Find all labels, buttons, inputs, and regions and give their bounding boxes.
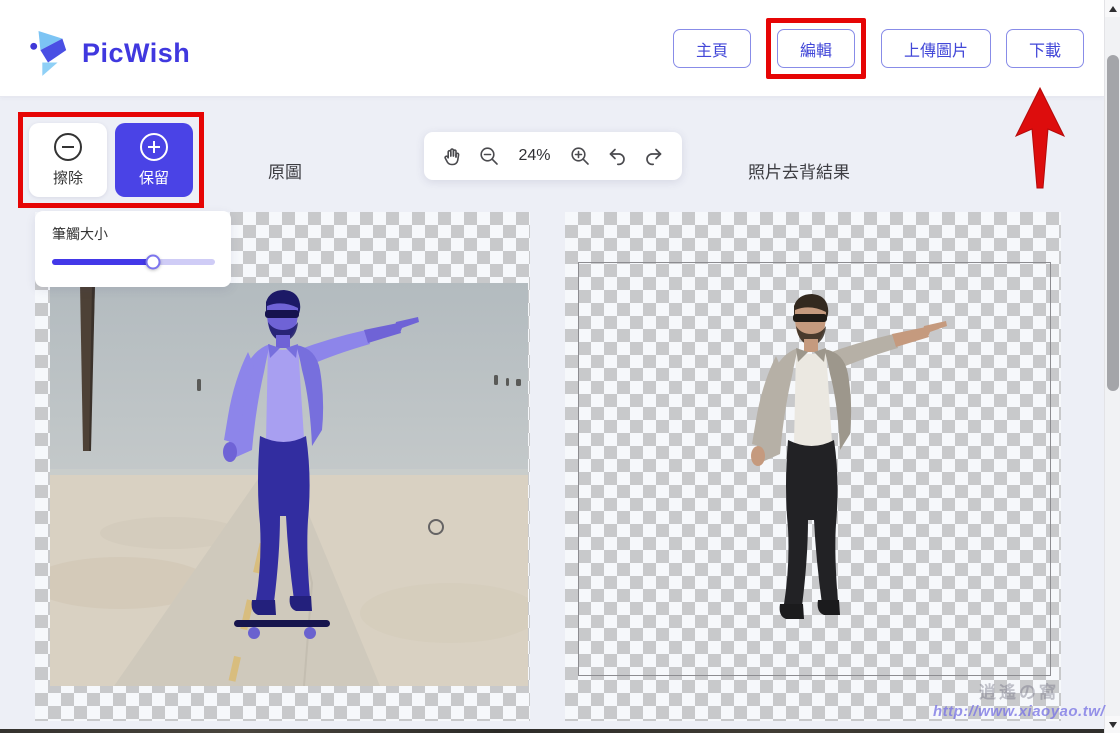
redo-icon[interactable] xyxy=(643,145,666,168)
original-canvas[interactable] xyxy=(35,212,530,721)
keep-tool-label: 保留 xyxy=(139,167,169,188)
original-photo xyxy=(50,283,528,686)
keep-tool-button[interactable]: 保留 xyxy=(115,123,193,197)
edit-button[interactable]: 編輯 xyxy=(777,29,855,68)
scrollbar-thumb[interactable] xyxy=(1107,55,1119,391)
result-panel-label: 照片去背結果 xyxy=(748,158,850,183)
original-panel-label: 原圖 xyxy=(268,158,302,183)
result-subject xyxy=(698,292,958,652)
scroll-up-icon[interactable] xyxy=(1105,0,1120,17)
highlight-box-edit: 編輯 xyxy=(766,18,866,79)
brush-cursor-circle xyxy=(428,519,444,535)
scroll-down-icon[interactable] xyxy=(1105,716,1120,733)
brush-size-slider-fill xyxy=(52,259,153,265)
vertical-scrollbar[interactable] xyxy=(1104,0,1120,733)
pan-hand-icon[interactable] xyxy=(441,145,464,168)
brush-size-panel: 筆觸大小 xyxy=(35,211,231,287)
annotation-arrow-download xyxy=(1012,86,1068,190)
keep-plus-icon xyxy=(140,133,168,161)
result-canvas[interactable] xyxy=(565,212,1061,721)
brand-name: PicWish xyxy=(82,38,190,69)
picwish-editor-page: PicWish 主頁 編輯 上傳圖片 下載 擦除 保留 筆觸大小 xyxy=(0,0,1120,733)
erase-tool-button[interactable]: 擦除 xyxy=(29,123,107,197)
undo-icon[interactable] xyxy=(606,145,629,168)
download-button[interactable]: 下載 xyxy=(1006,29,1084,68)
erase-tool-label: 擦除 xyxy=(53,167,83,188)
home-button[interactable]: 主頁 xyxy=(673,29,751,68)
picwish-logo[interactable]: PicWish xyxy=(28,30,190,76)
page-bottom-content-edge xyxy=(0,729,1104,733)
zoom-level-value: 24% xyxy=(515,147,555,165)
erase-minus-icon xyxy=(54,133,82,161)
zoom-toolbar: 24% xyxy=(424,132,682,180)
upload-image-button[interactable]: 上傳圖片 xyxy=(881,29,991,68)
brush-size-title: 筆觸大小 xyxy=(52,224,214,244)
header-nav: 主頁 編輯 上傳圖片 下載 xyxy=(673,0,1084,97)
brush-size-slider-thumb[interactable] xyxy=(146,255,161,270)
picwish-fish-icon xyxy=(28,30,70,76)
header: PicWish 主頁 編輯 上傳圖片 下載 xyxy=(0,0,1104,97)
zoom-in-icon[interactable] xyxy=(569,145,592,168)
brush-size-slider[interactable] xyxy=(52,259,215,265)
zoom-out-icon[interactable] xyxy=(478,145,501,168)
highlight-box-tools: 擦除 保留 xyxy=(18,112,204,208)
